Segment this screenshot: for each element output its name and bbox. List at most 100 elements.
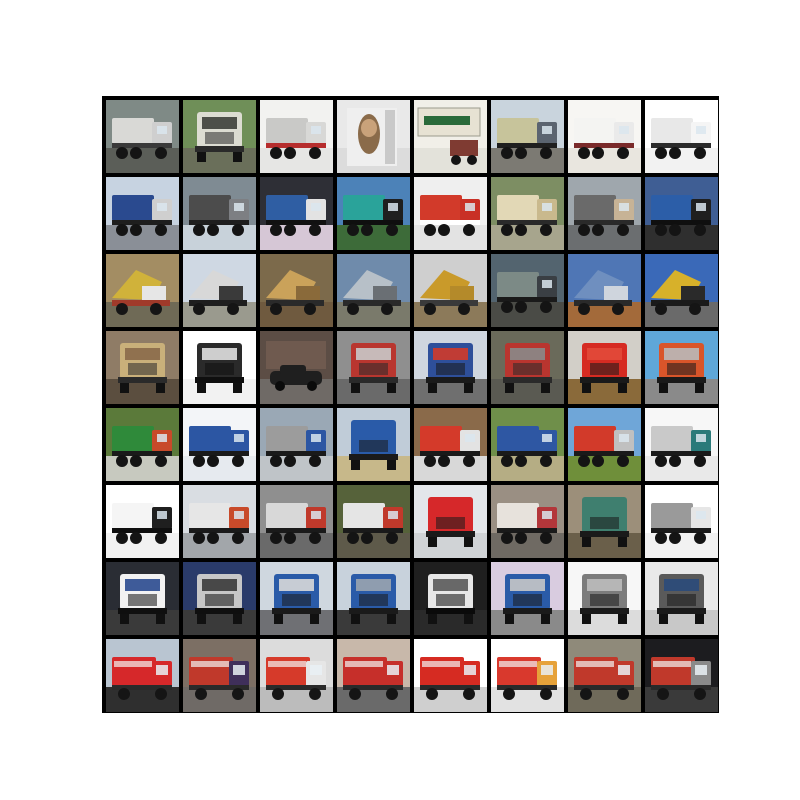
truck-image [106,485,179,558]
truck-image [414,254,487,327]
truck-image [414,562,487,635]
truck-image [645,639,718,712]
grid-tile [337,177,410,250]
grid-tile [260,331,333,404]
grid-tile [337,408,410,481]
truck-image [337,485,410,558]
grid-tile [106,408,179,481]
truck-image [568,639,641,712]
truck-image [183,177,256,250]
grid-tile [414,485,487,558]
truck-image [183,562,256,635]
grid-tile [337,639,410,712]
truck-image [491,177,564,250]
truck-image [414,408,487,481]
grid-tile [414,562,487,635]
truck-image [106,100,179,173]
truck-image [260,100,333,173]
truck-image [106,254,179,327]
truck-image [491,639,564,712]
truck-image [337,254,410,327]
truck-image [183,100,256,173]
grid-tile [645,331,718,404]
truck-image [414,100,487,173]
grid-tile [260,254,333,327]
truck-image [491,485,564,558]
truck-image [414,639,487,712]
truck-image [337,562,410,635]
truck-image [183,639,256,712]
truck-image [337,331,410,404]
truck-image [645,100,718,173]
grid-tile [568,100,641,173]
truck-image [568,100,641,173]
grid-tile [645,562,718,635]
truck-image [260,562,333,635]
truck-image [183,485,256,558]
truck-image [106,562,179,635]
grid-tile [106,639,179,712]
grid-tile [414,254,487,327]
truck-image [260,331,333,404]
grid-tile [414,639,487,712]
truck-image [260,177,333,250]
grid-tile [183,408,256,481]
grid-tile [568,562,641,635]
grid-tile [337,331,410,404]
truck-image [414,177,487,250]
truck-image [337,408,410,481]
truck-image [568,485,641,558]
truck-image [260,639,333,712]
grid-tile [106,254,179,327]
grid-tile [106,485,179,558]
grid-tile [645,639,718,712]
grid-tile [491,100,564,173]
truck-image [491,331,564,404]
grid-tile [260,485,333,558]
grid-tile [337,254,410,327]
grid-tile [183,485,256,558]
truck-image [568,562,641,635]
grid-tile [491,485,564,558]
truck-image [568,408,641,481]
grid-tile [568,639,641,712]
grid-tile [106,100,179,173]
grid-tile [183,331,256,404]
truck-image [106,177,179,250]
truck-image [183,408,256,481]
grid-tile [183,177,256,250]
truck-image [106,639,179,712]
grid-tile [645,100,718,173]
grid-tile [106,177,179,250]
grid-tile [491,639,564,712]
grid-tile [337,562,410,635]
truck-image [568,177,641,250]
grid-tile [414,100,487,173]
grid-tile [183,100,256,173]
grid-tile [491,331,564,404]
grid-tile [260,639,333,712]
truck-image [491,408,564,481]
truck-image [491,100,564,173]
truck-image [645,408,718,481]
grid-tile [645,177,718,250]
truck-image [106,331,179,404]
grid-tile [183,562,256,635]
truck-image [414,485,487,558]
grid-tile [183,254,256,327]
grid-tile [568,177,641,250]
grid-tile [414,408,487,481]
grid-tile [183,639,256,712]
truck-image [337,177,410,250]
grid-tile [491,254,564,327]
truck-image [414,331,487,404]
grid-tile [260,100,333,173]
truck-image-grid [102,96,719,713]
grid-tile [491,408,564,481]
grid-tile [337,100,410,173]
truck-image [491,254,564,327]
grid-tile [568,331,641,404]
truck-image [645,331,718,404]
truck-image [645,177,718,250]
grid-tile [106,331,179,404]
